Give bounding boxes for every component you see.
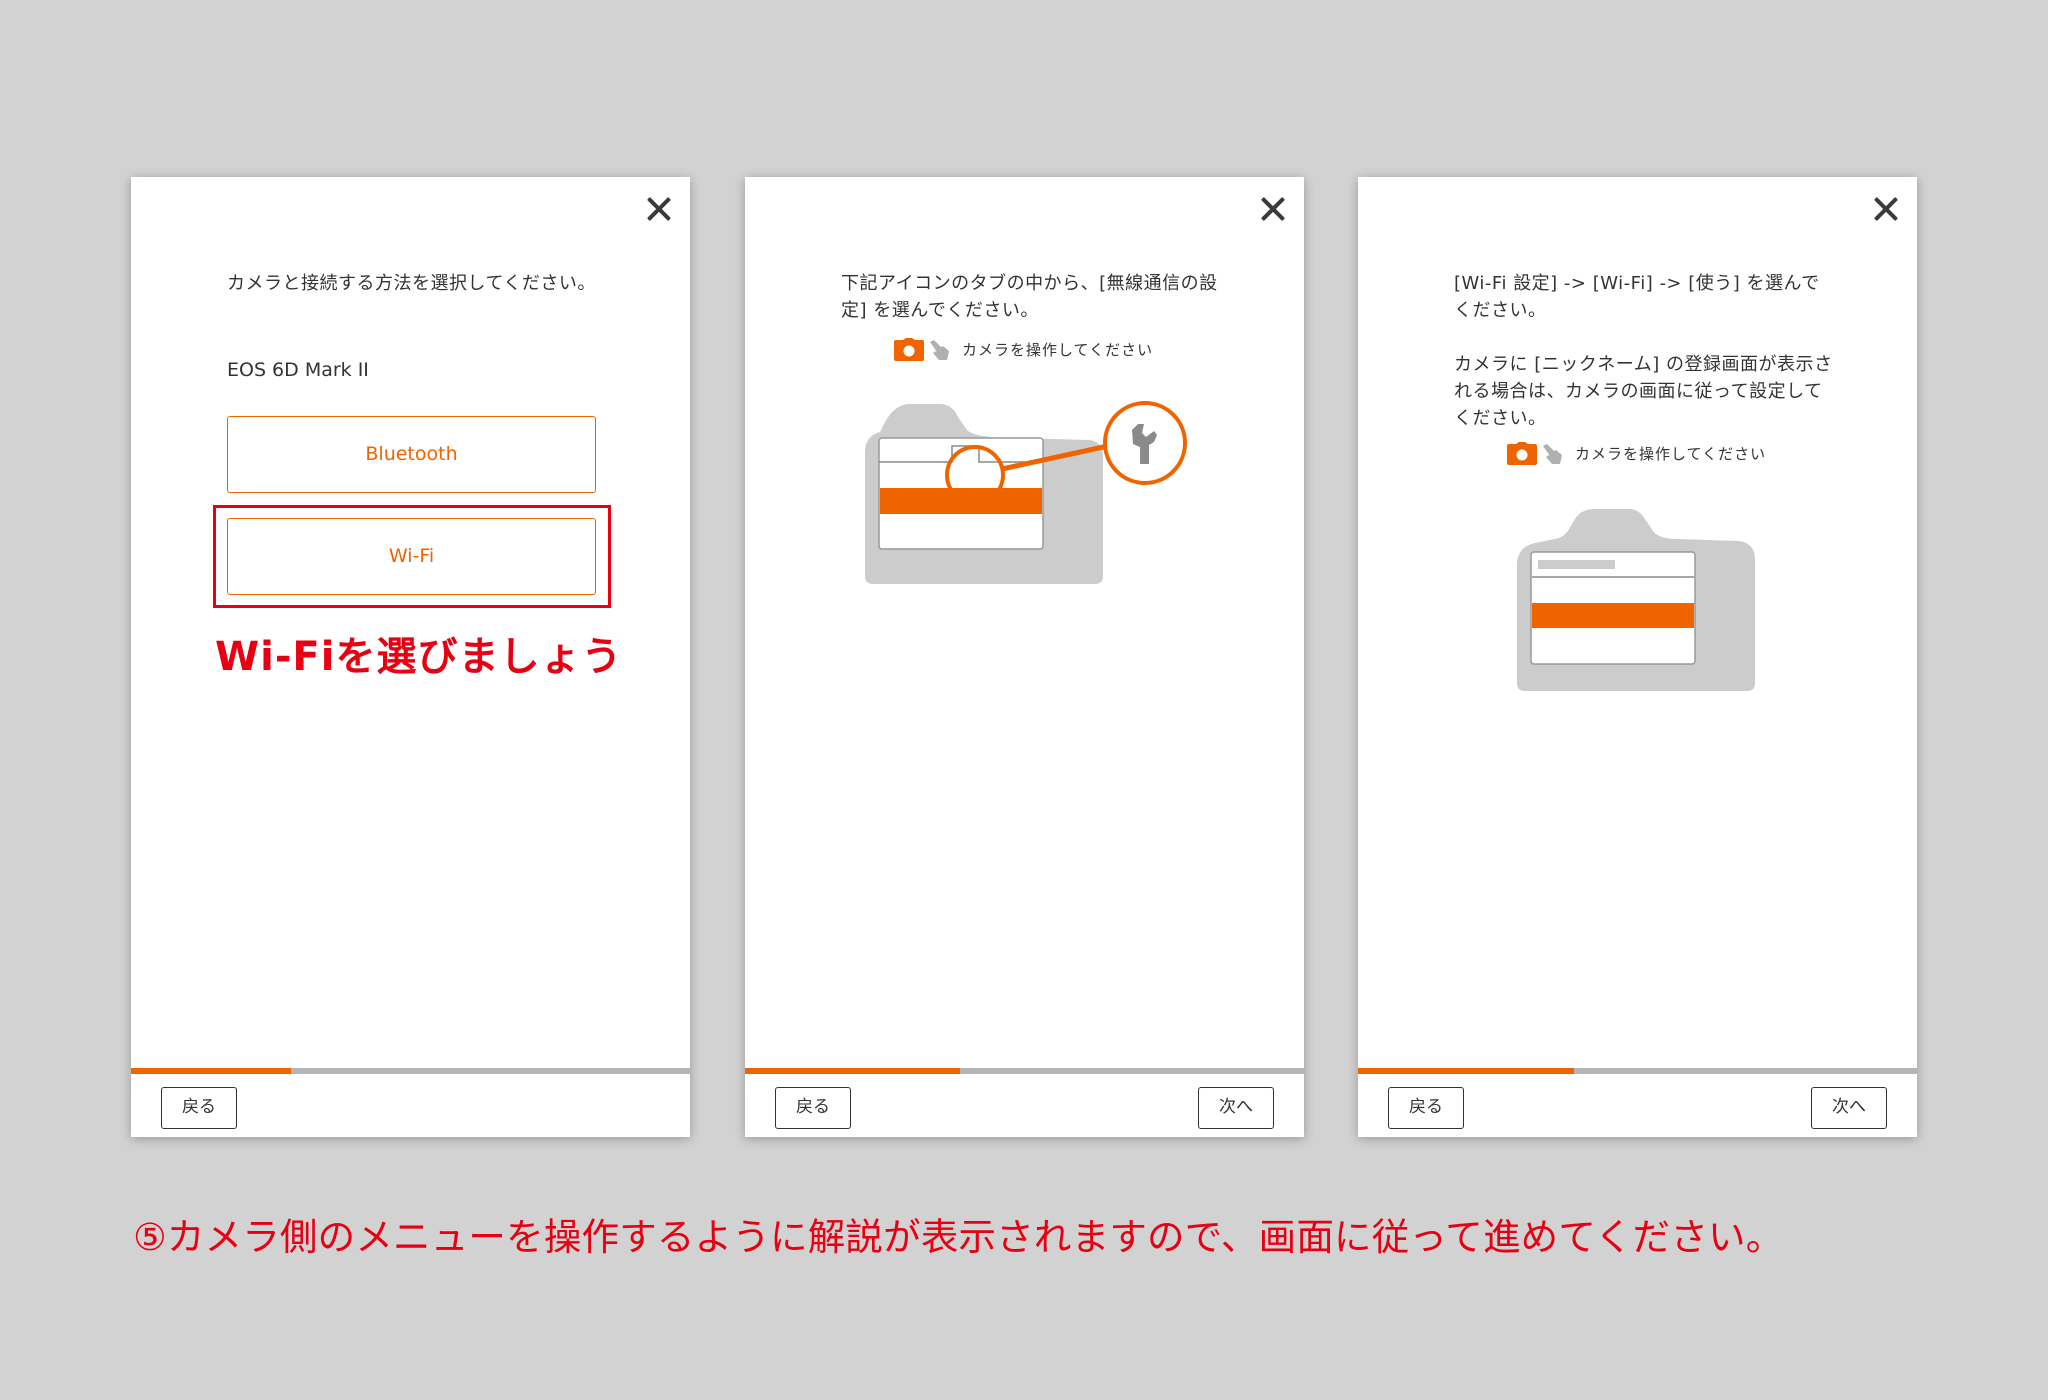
hand-pointer-icon (930, 339, 949, 360)
back-button[interactable]: 戻る (775, 1087, 851, 1129)
progress-fill (745, 1068, 961, 1074)
hint-text: カメラを操作してください (962, 341, 1154, 359)
wifi-enable-screen: [Wi-Fi 設定] -> [Wi-Fi] -> [使う] を選んでください。 … (1358, 177, 1917, 1137)
progress-bar (1358, 1068, 1917, 1074)
wrench-zoom-callout (1103, 401, 1187, 485)
instruction-text: [Wi-Fi 設定] -> [Wi-Fi] -> [使う] を選んでください。 … (1454, 270, 1834, 432)
next-button[interactable]: 次へ (1811, 1087, 1887, 1129)
instruction-paragraph: [Wi-Fi 設定] -> [Wi-Fi] -> [使う] を選んでください。 (1454, 273, 1820, 321)
instruction-paragraph: カメラに [ニックネーム] の登録画面が表示される場合は、カメラの画面に従って設… (1454, 354, 1833, 429)
back-button[interactable]: 戻る (161, 1087, 237, 1129)
close-icon[interactable] (1261, 197, 1285, 221)
camera-model-name: EOS 6D Mark II (227, 359, 369, 381)
selected-menu-row (1532, 603, 1694, 628)
next-button[interactable]: 次へ (1198, 1087, 1274, 1129)
close-icon[interactable] (647, 197, 671, 221)
select-wireless-settings-screen: 下記アイコンのタブの中から、[無線通信の設定] を選んでください。 カメラを操作… (745, 177, 1304, 1137)
select-wifi-annotation: Wi-Fiを選びましょう (215, 634, 623, 680)
operate-camera-hint: カメラを操作してください (894, 338, 1153, 361)
camera-illustration (865, 404, 1109, 584)
camera-icon (894, 338, 924, 361)
back-button[interactable]: 戻る (1388, 1087, 1464, 1129)
instruction-paragraph: 下記アイコンのタブの中から、[無線通信の設定] を選んでください。 (841, 273, 1218, 321)
connection-method-screen: カメラと接続する方法を選択してください。 EOS 6D Mark II Blue… (131, 177, 690, 1137)
step-caption: ⑤カメラ側のメニューを操作するように解説が表示されますので、画面に従って進めてく… (133, 1215, 1784, 1259)
wifi-button[interactable]: Wi-Fi (227, 518, 596, 595)
instruction-text: 下記アイコンのタブの中から、[無線通信の設定] を選んでください。 (841, 270, 1221, 324)
camera-icon (1507, 442, 1537, 465)
hand-pointer-icon (1543, 443, 1562, 464)
operate-camera-hint: カメラを操作してください (1507, 442, 1766, 465)
hint-text: カメラを操作してください (1575, 445, 1767, 463)
progress-fill (131, 1068, 291, 1074)
instruction-paragraph: カメラと接続する方法を選択してください。 (227, 273, 596, 294)
progress-fill (1358, 1068, 1574, 1074)
instruction-text: カメラと接続する方法を選択してください。 (227, 270, 607, 297)
menu-title-bar (1538, 560, 1615, 569)
bluetooth-button[interactable]: Bluetooth (227, 416, 596, 493)
close-icon[interactable] (1874, 197, 1898, 221)
progress-bar (131, 1068, 690, 1074)
progress-bar (745, 1068, 1304, 1074)
camera-illustration (1517, 509, 1755, 691)
